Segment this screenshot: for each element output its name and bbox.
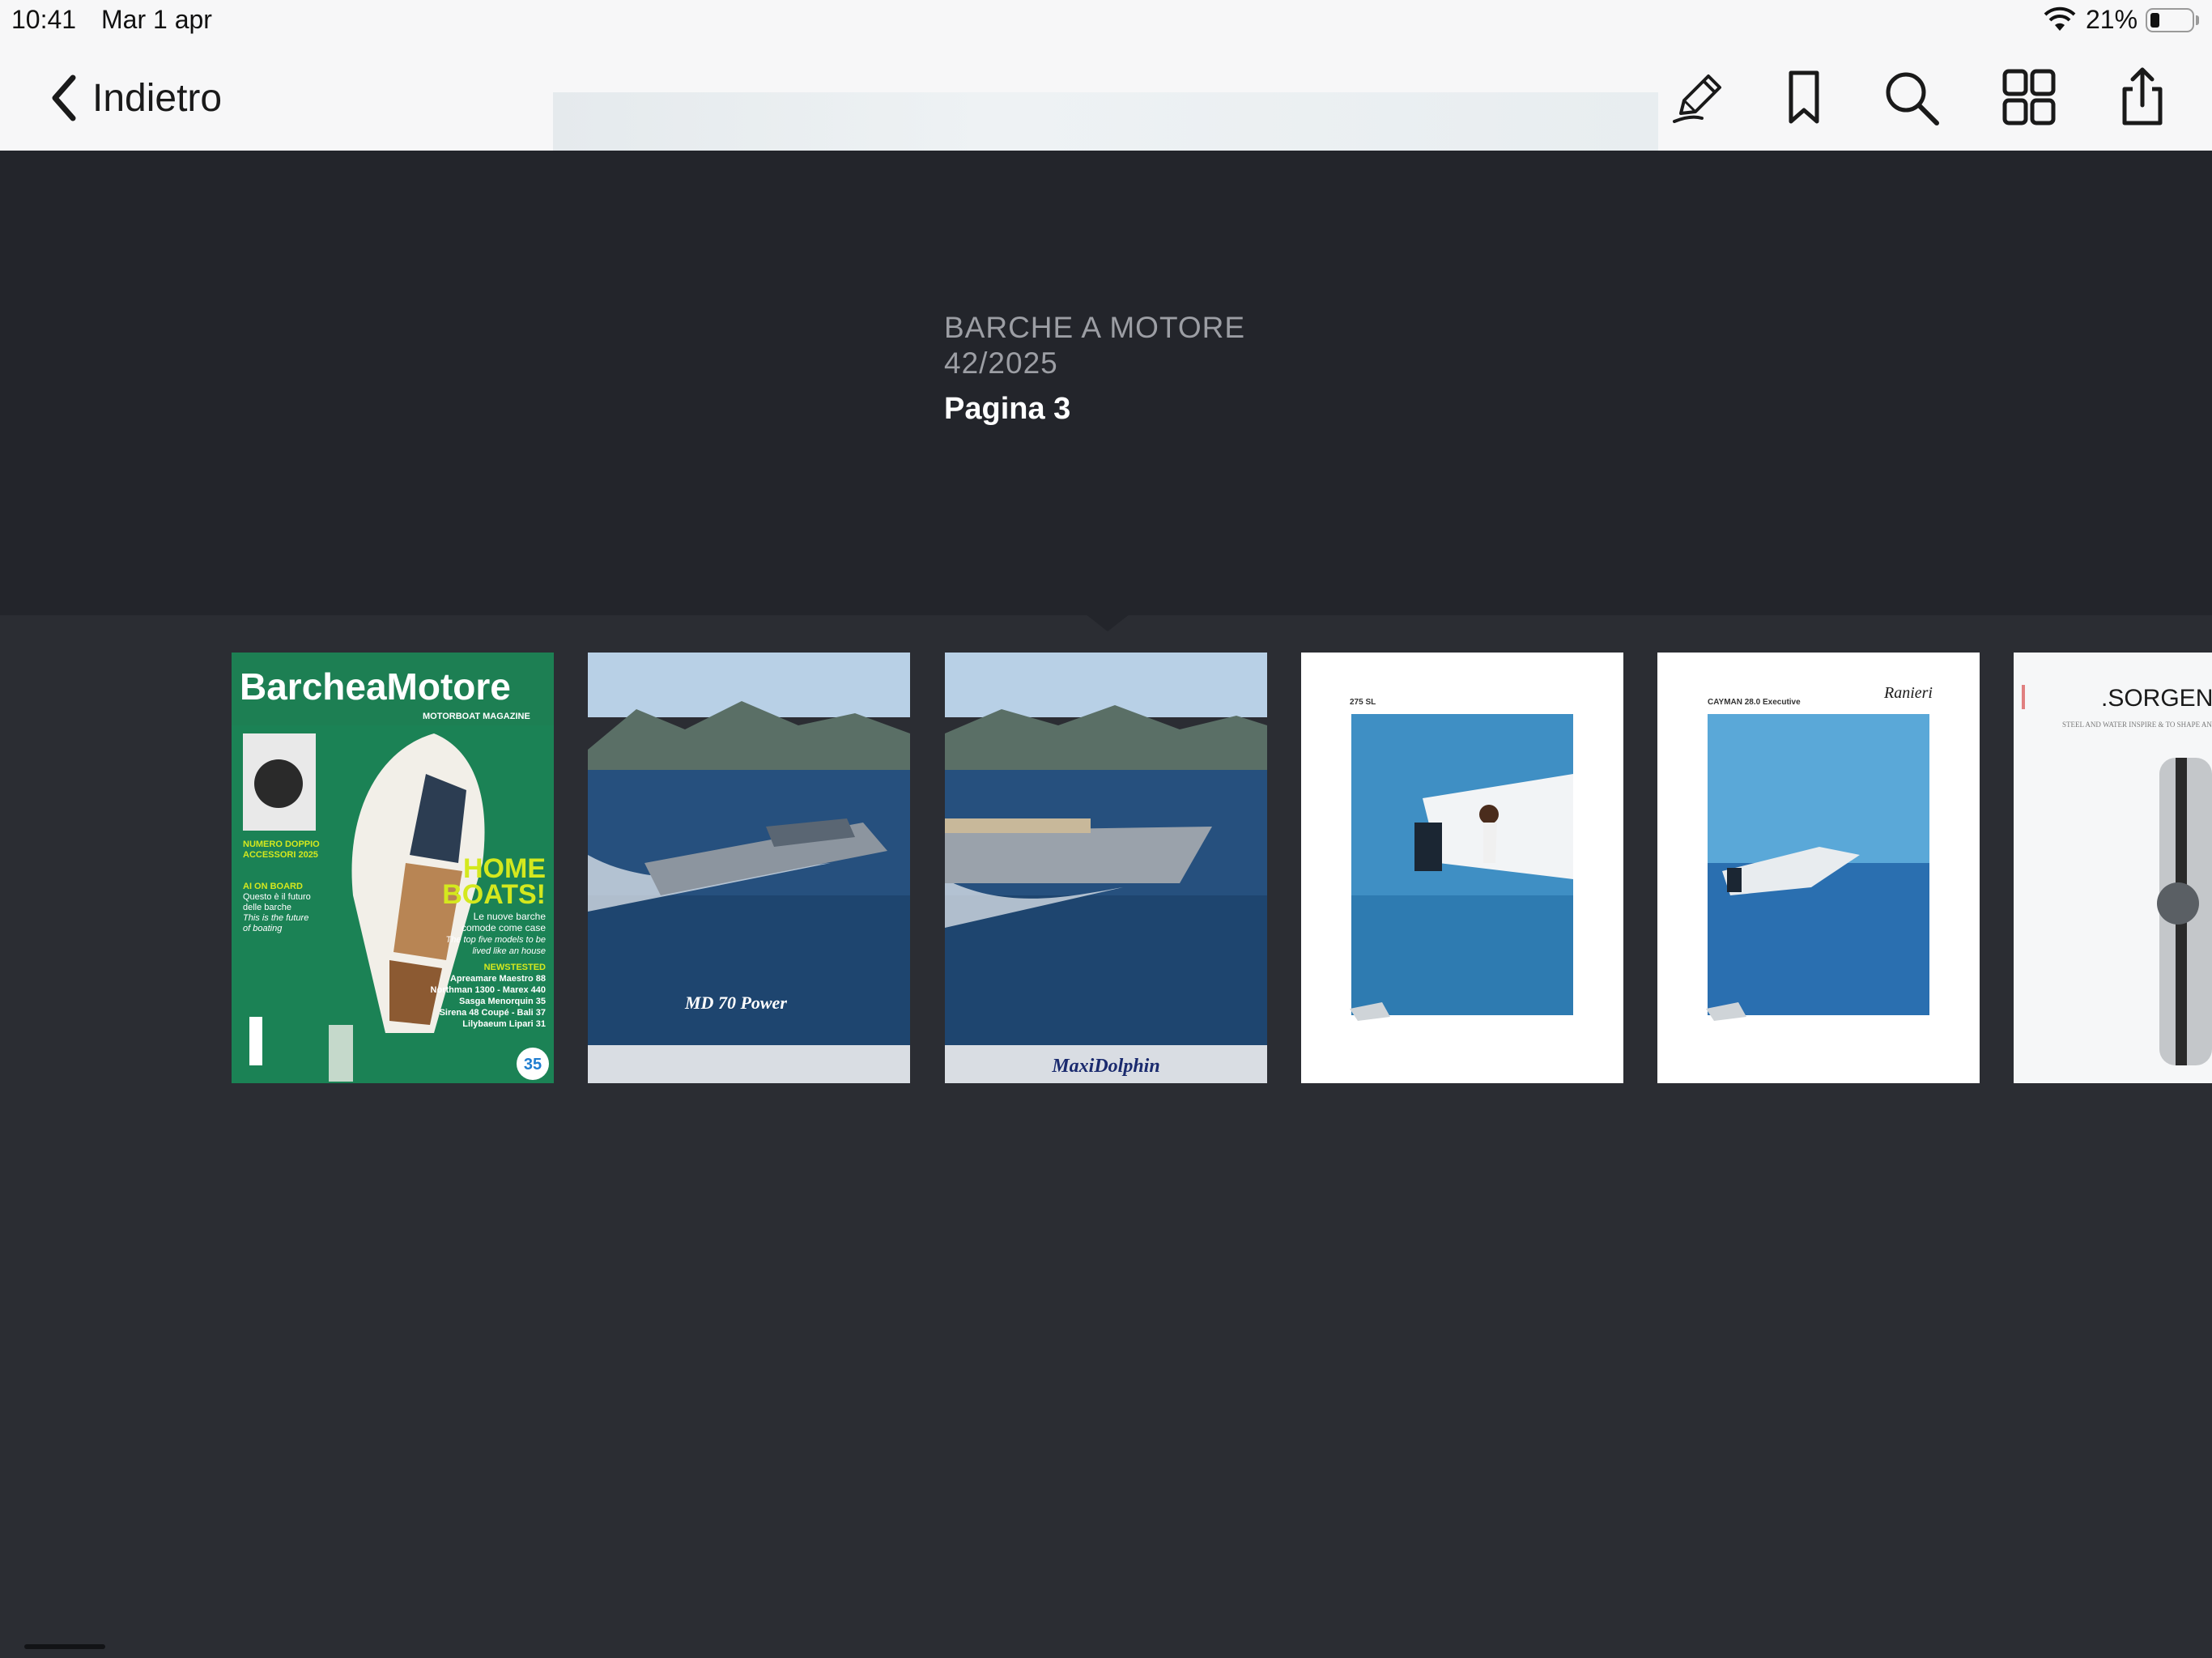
svg-text:Sasga Menorquin 35: Sasga Menorquin 35 — [459, 997, 546, 1006]
back-button[interactable]: Indietro — [49, 66, 222, 130]
status-time: 10:41 — [11, 5, 77, 34]
svg-text:BOATS!: BOATS! — [442, 879, 546, 910]
page-thumbnail-2[interactable]: MD 70 Power — [588, 653, 910, 1083]
ad-md70-image: MD 70 Power — [588, 653, 910, 1083]
ad-model-text: CAYMAN 28.0 Executive — [1708, 698, 1801, 707]
battery-percentage: 21% — [2086, 5, 2138, 34]
svg-text:NUMERO DOPPIO: NUMERO DOPPIO — [243, 840, 320, 849]
anniversary-badge: 35 — [524, 1056, 542, 1073]
svg-text:ACCESSORI 2025: ACCESSORI 2025 — [243, 850, 318, 860]
issue-number: 42/2025 — [944, 346, 1058, 380]
ad-maxidolphin-image: MaxiDolphin — [945, 653, 1267, 1083]
svg-text:AI ON BOARD: AI ON BOARD — [243, 882, 303, 891]
current-page-pointer — [1085, 614, 1130, 631]
issue-header-panel — [0, 151, 2212, 615]
grid-icon — [2002, 69, 2056, 125]
svg-text:of boating: of boating — [243, 924, 283, 933]
share-button[interactable] — [2110, 65, 2175, 130]
page-thumbnail-5[interactable]: CAYMAN 28.0 Executive Ranieri — [1657, 653, 1980, 1083]
battery-icon — [2146, 8, 2194, 32]
ad-brand-text: MD 70 Power — [684, 993, 787, 1013]
search-button[interactable] — [1878, 65, 1943, 130]
page-thumbnail-4[interactable]: 275 SL — [1301, 653, 1623, 1083]
svg-text:lived like an house: lived like an house — [472, 946, 546, 956]
bookmark-button[interactable] — [1772, 65, 1836, 130]
ad-275sl-image: 275 SL — [1301, 653, 1623, 1083]
svg-text:NEWSTESTED: NEWSTESTED — [484, 963, 546, 972]
svg-text:comode come case: comode come case — [462, 922, 546, 933]
issue-title: BARCHE A MOTORE — [944, 311, 1246, 344]
svg-text:Apreamare Maestro 88: Apreamare Maestro 88 — [450, 974, 546, 984]
ad-brand-logo: Ranieri — [1883, 684, 1933, 702]
page-preview-strip — [553, 92, 1658, 151]
svg-text:Sirena 48 Coupé - Bali 37: Sirena 48 Coupé - Bali 37 — [440, 1008, 546, 1018]
svg-text:Lilybaeum Lipari 31: Lilybaeum Lipari 31 — [462, 1019, 546, 1029]
ad-cayman-image: CAYMAN 28.0 Executive Ranieri — [1657, 653, 1980, 1083]
svg-text:The top five models to be: The top five models to be — [445, 935, 546, 945]
page-thumbnail-3[interactable]: MaxiDolphin — [945, 653, 1267, 1083]
status-date: Mar 1 apr — [101, 5, 212, 34]
svg-text:Northman 1300 - Marex 440: Northman 1300 - Marex 440 — [431, 985, 546, 995]
pages-grid-button[interactable] — [1997, 65, 2061, 130]
ad-sorgenia-image: .SORGEN STEEL AND WATER INSPIRE & TO SHA… — [2014, 653, 2212, 1083]
ad-brand-text: .SORGEN — [2101, 685, 2212, 712]
svg-text:Questo è il futuro: Questo è il futuro — [243, 892, 311, 902]
cover-image: BarcheaMotore MOTORBOAT MAGAZINE NUMERO … — [232, 653, 554, 1083]
cover-subtitle: MOTORBOAT MAGAZINE — [423, 712, 530, 721]
current-page-label: Pagina 3 — [944, 392, 1071, 426]
cover-masthead: BarcheaMotore — [240, 665, 511, 708]
page-thumbnail-cover[interactable]: BarcheaMotore MOTORBOAT MAGAZINE NUMERO … — [232, 653, 554, 1083]
svg-text:This is the future: This is the future — [243, 913, 308, 923]
ad-model-text: 275 SL — [1350, 698, 1376, 707]
home-indicator[interactable] — [24, 1644, 105, 1649]
annotate-button[interactable] — [1666, 65, 1731, 130]
svg-text:Le nuove barche: Le nuove barche — [474, 911, 547, 922]
bookmark-icon — [1789, 70, 1819, 124]
chevron-left-icon — [52, 74, 76, 121]
svg-text:delle barche: delle barche — [243, 903, 291, 912]
back-label: Indietro — [92, 76, 223, 120]
search-icon — [1886, 72, 1939, 125]
pencil-icon — [1673, 74, 1721, 123]
wifi-icon — [2044, 6, 2076, 31]
ad-tagline: STEEL AND WATER INSPIRE & TO SHAPE AN OB… — [2062, 721, 2212, 729]
navigation-bar: 10:41 Mar 1 apr 21% Indietro — [0, 0, 2212, 151]
page-thumbnail-6[interactable]: .SORGEN STEEL AND WATER INSPIRE & TO SHA… — [2014, 653, 2212, 1083]
share-icon — [2122, 67, 2163, 125]
ad-brand-text: MaxiDolphin — [1051, 1056, 1159, 1077]
